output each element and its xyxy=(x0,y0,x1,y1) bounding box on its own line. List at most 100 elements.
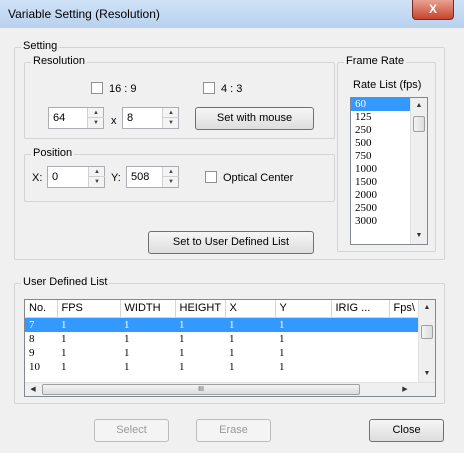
table-cell: 1 xyxy=(229,360,235,373)
column-header[interactable]: No. xyxy=(25,300,58,318)
table-cell: 1 xyxy=(61,346,67,359)
x-spinner[interactable]: 0 ▲ ▼ xyxy=(47,166,105,188)
set-with-mouse-button[interactable]: Set with mouse xyxy=(195,107,314,130)
user-list-vscrollbar[interactable]: ▲ ▼ xyxy=(418,300,435,382)
resolution-group-label: Resolution xyxy=(31,55,87,67)
x-value: 0 xyxy=(52,171,59,183)
column-header[interactable]: WIDTH xyxy=(120,300,176,318)
select-button[interactable]: Select xyxy=(94,419,169,442)
up-arrow-icon[interactable]: ▲ xyxy=(89,167,105,177)
scroll-up-icon[interactable]: ▲ xyxy=(419,300,435,316)
table-row[interactable]: 10 1 1 1 1 1 xyxy=(25,360,420,374)
table-row[interactable]: 711111 xyxy=(25,317,420,332)
y-value: 508 xyxy=(131,171,150,183)
table-cell xyxy=(331,317,389,332)
close-button[interactable]: Close xyxy=(369,419,444,442)
column-header[interactable]: Y xyxy=(275,300,332,318)
table-cell: 8 xyxy=(29,332,35,345)
frame-rate-group: Frame Rate Rate List (fps) 60 125 250 500 75… xyxy=(337,55,436,252)
user-defined-table: No. FPS WIDTH HEIGHT X Y IRIG ... Fps\ 71111181… xyxy=(25,300,421,374)
user-defined-list[interactable]: No. FPS WIDTH HEIGHT X Y IRIG ... Fps\ 71111181… xyxy=(24,299,436,397)
hscroll-thumb[interactable]: III xyxy=(42,384,360,395)
table-row[interactable]: 9 1 1 1 1 1 xyxy=(25,346,420,360)
up-arrow-icon[interactable]: ▲ xyxy=(88,108,104,118)
column-header[interactable]: Fps\ xyxy=(389,300,421,318)
table-cell: 1 xyxy=(61,332,67,345)
scroll-thumb[interactable] xyxy=(421,325,433,339)
table-cell: 1 xyxy=(120,317,175,332)
up-arrow-icon[interactable]: ▲ xyxy=(163,167,179,177)
table-cell: 1 xyxy=(124,346,130,359)
height-value: 8 xyxy=(127,112,134,124)
down-arrow-icon[interactable]: ▼ xyxy=(89,177,105,187)
column-header[interactable]: HEIGHT xyxy=(175,300,226,318)
setting-group-label: Setting xyxy=(21,40,60,52)
set-to-user-defined-list-button[interactable]: Set to User Defined List xyxy=(148,231,314,254)
table-cell: 1 xyxy=(275,317,331,332)
aspect-4-3-checkbox[interactable] xyxy=(203,82,215,94)
table-cell: 1 xyxy=(279,346,285,359)
table-cell: 1 xyxy=(179,332,185,345)
down-arrow-icon[interactable]: ▼ xyxy=(163,118,179,128)
rate-list[interactable]: 60 125 250 500 750 1000 1500 2000 2500 3000 ▲ ▼ xyxy=(350,97,428,245)
down-arrow-icon[interactable]: ▼ xyxy=(88,118,104,128)
table-cell xyxy=(331,332,389,346)
table-cell: 1 xyxy=(279,332,285,345)
height-spinner[interactable]: 8 ▲ ▼ xyxy=(122,107,179,129)
table-cell: 7 xyxy=(25,317,57,332)
optical-center-label: Optical Center xyxy=(223,172,294,184)
table-cell: 1 xyxy=(229,332,235,345)
user-list-hscrollbar[interactable]: ◀ III ▶ xyxy=(25,382,435,396)
width-spinner[interactable]: 64 ▲ ▼ xyxy=(48,107,104,129)
table-cell: 10 xyxy=(29,360,40,373)
scroll-thumb[interactable] xyxy=(413,116,425,132)
grip-icon: III xyxy=(198,386,204,393)
table-cell: 1 xyxy=(61,360,67,373)
scroll-up-icon[interactable]: ▲ xyxy=(411,98,427,114)
table-cell: 1 xyxy=(225,317,275,332)
rate-list-scrollbar[interactable]: ▲ ▼ xyxy=(410,98,427,244)
resolution-group: Resolution 16 : 9 4 : 3 64 ▲ ▼ x 8 ▲ ▼ Set… xyxy=(24,55,335,139)
close-icon: X xyxy=(428,2,437,16)
table-cell: 1 xyxy=(124,332,130,345)
scroll-left-icon[interactable]: ◀ xyxy=(25,382,41,396)
dialog-window: Variable Setting (Resolution) X Setting … xyxy=(0,0,464,453)
table-row[interactable]: 8 1 1 1 1 1 xyxy=(25,332,420,346)
scroll-right-icon[interactable]: ▶ xyxy=(397,382,413,396)
table-cell: 1 xyxy=(124,360,130,373)
window-close-button[interactable]: X xyxy=(412,0,454,20)
down-arrow-icon[interactable]: ▼ xyxy=(163,177,179,187)
position-group-label: Position xyxy=(31,147,75,159)
up-arrow-icon[interactable]: ▲ xyxy=(163,108,179,118)
table-cell: 1 xyxy=(179,346,185,359)
frame-rate-group-label: Frame Rate xyxy=(344,55,407,67)
aspect-16-9-checkbox[interactable] xyxy=(91,82,103,94)
scroll-down-icon[interactable]: ▼ xyxy=(419,366,435,382)
window-title: Variable Setting (Resolution) xyxy=(8,7,160,21)
times-label: x xyxy=(111,115,117,127)
position-group: Position X: 0 ▲ ▼ Y: 508 ▲ ▼ Optical Cente… xyxy=(24,147,335,202)
aspect-4-3-label: 4 : 3 xyxy=(221,83,243,95)
table-cell xyxy=(389,360,420,374)
table-cell: 1 xyxy=(175,317,225,332)
x-label: X: xyxy=(32,172,43,184)
table-cell: 1 xyxy=(179,360,185,373)
table-cell: 1 xyxy=(279,360,285,373)
table-cell: 1 xyxy=(57,317,120,332)
optical-center-checkbox[interactable] xyxy=(205,171,217,183)
table-cell xyxy=(389,317,420,332)
column-header[interactable]: FPS xyxy=(57,300,121,318)
column-header[interactable]: X xyxy=(225,300,276,318)
aspect-16-9-label: 16 : 9 xyxy=(109,83,137,95)
table-cell xyxy=(331,360,389,374)
user-defined-list-group: User Defined List No. FPS WIDTH HEIGHT X Y IRI… xyxy=(14,276,445,404)
title-bar[interactable]: Variable Setting (Resolution) X xyxy=(0,0,464,28)
rate-list-label: Rate List (fps) xyxy=(353,79,422,91)
y-spinner[interactable]: 508 ▲ ▼ xyxy=(126,166,179,188)
erase-button[interactable]: Erase xyxy=(196,419,271,442)
table-cell: 1 xyxy=(229,346,235,359)
scroll-down-icon[interactable]: ▼ xyxy=(411,228,427,244)
column-header[interactable]: IRIG ... xyxy=(331,300,390,318)
user-defined-list-label: User Defined List xyxy=(21,276,110,288)
y-label: Y: xyxy=(111,172,121,184)
